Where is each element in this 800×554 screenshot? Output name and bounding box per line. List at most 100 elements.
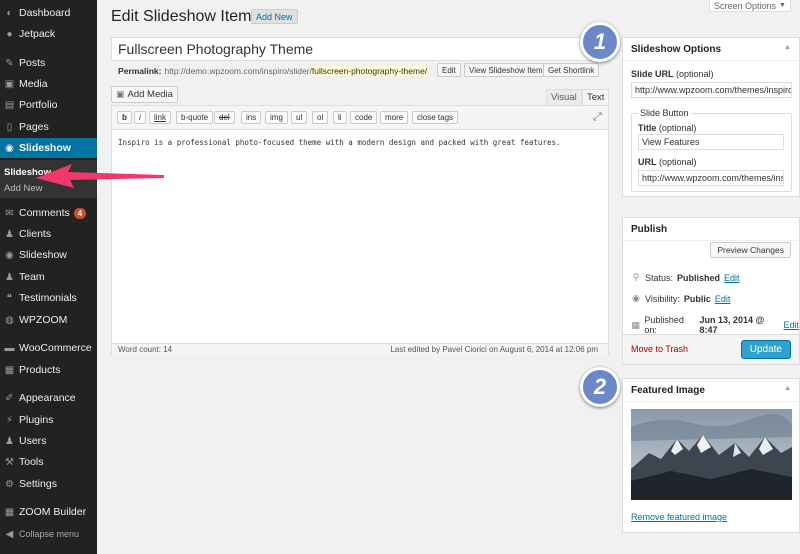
collapse-arrow-icon[interactable]: ▲ — [784, 385, 791, 392]
slideshow-icon: ◉ — [5, 142, 14, 154]
button-title-input[interactable]: View Features — [638, 134, 784, 150]
post-title-input[interactable]: Fullscreen Photography Theme — [111, 37, 609, 61]
get-shortlink-button[interactable]: Get Shortlink — [543, 63, 600, 77]
quote-icon: ❝ — [6, 292, 13, 304]
sidebar-item-users[interactable]: ♟ Users — [0, 431, 97, 451]
publish-date: ▦ Published on: Jun 13, 2014 @ 8:47 Edit — [631, 315, 799, 335]
permalink-slug[interactable]: fullscreen-photography-theme/ — [311, 66, 428, 76]
sidebar-item-tools[interactable]: ⚒ Tools — [0, 452, 97, 472]
publish-status: ⚲ Status: Published Edit — [632, 272, 740, 283]
sidebar-item-pages[interactable]: ▯ Pages — [0, 117, 97, 137]
sidebar-item-label: Clients — [19, 228, 52, 240]
quicktag-code[interactable]: code — [350, 111, 378, 124]
quicktag-close-tags[interactable]: close tags — [412, 111, 459, 124]
tab-visual[interactable]: Visual — [546, 89, 582, 105]
sidebar-item-testimonials[interactable]: ❝ Testimonials — [0, 288, 97, 308]
quicktag-ol[interactable]: ol — [312, 111, 329, 124]
sidebar-item-comments[interactable]: ✉ Comments 4 — [0, 203, 97, 223]
fullscreen-icon[interactable]: ⤢ — [593, 111, 602, 124]
quicktag-link[interactable]: link — [149, 111, 172, 124]
slideshow-options-title: Slideshow Options — [631, 43, 722, 55]
clients-icon: ♟ — [5, 228, 14, 240]
add-new-button[interactable]: Add New — [251, 9, 298, 24]
pin-icon: ⚲ — [632, 272, 640, 282]
slide-url-label: Slide URL (optional) — [631, 69, 714, 79]
calendar-icon: ▦ — [631, 319, 640, 330]
quicktag-bold[interactable]: b — [117, 111, 132, 124]
sidebar-item-portfolio[interactable]: ▤ Portfolio — [0, 95, 97, 115]
editor-content[interactable]: Inspiro is a professional photo-focused … — [118, 138, 561, 147]
visibility-edit-link[interactable]: Edit — [715, 294, 731, 304]
sidebar-item-dashboard[interactable]: ◐ Dashboard — [0, 3, 97, 23]
sidebar-item-label: Comments — [19, 207, 70, 219]
slide-url-input[interactable]: http://www.wpzoom.com/themes/inspiro/ — [631, 82, 792, 98]
quicktag-li[interactable]: li — [333, 111, 347, 124]
sidebar-item-label: Products — [19, 364, 61, 376]
wpzoom-icon: ◍ — [5, 314, 14, 326]
screen-options-button[interactable]: Screen Options ▼ — [709, 0, 791, 12]
sidebar-item-slideshow[interactable]: ◉ Slideshow — [0, 138, 97, 158]
sidebar-item-plugins[interactable]: ⚡ Plugins — [0, 410, 97, 430]
sidebar-item-media[interactable]: ▣ Media — [0, 74, 97, 94]
sidebar-item-zoom-builder[interactable]: ▦ ZOOM Builder — [0, 502, 97, 522]
slide-button-legend: Slide Button — [638, 108, 691, 118]
quicktag-ul[interactable]: ul — [291, 111, 308, 124]
slideshow-options-box: Slideshow Options ▲ Slide URL (optional)… — [622, 37, 800, 197]
remove-featured-image-link[interactable]: Remove featured image — [631, 512, 727, 522]
users-icon: ♟ — [5, 435, 14, 447]
move-to-trash-link[interactable]: Move to Trash — [631, 344, 688, 354]
last-edited: Last edited by Pavel Ciorici on August 6… — [390, 345, 598, 354]
sidebar-item-label: Tools — [19, 456, 44, 468]
sidebar-item-label: ZOOM Builder — [19, 506, 87, 518]
brush-icon: ✐ — [5, 392, 14, 404]
sidebar-item-collapse-menu[interactable]: ◀ Collapse menu — [0, 524, 97, 544]
view-slideshow-item-button[interactable]: View Slideshow Item — [464, 63, 548, 77]
sidebar-item-slideshow[interactable]: ◉ Slideshow — [0, 245, 97, 265]
quicktag-del[interactable]: del — [214, 111, 235, 124]
quicktag-b-quote[interactable]: b-quote — [176, 111, 214, 124]
tab-text[interactable]: Text — [582, 89, 610, 105]
sidebar-item-label: Collapse menu — [19, 529, 80, 539]
products-icon: ▦ — [4, 364, 15, 376]
date-edit-link[interactable]: Edit — [783, 320, 799, 330]
sidebar-item-label: Dashboard — [19, 7, 71, 19]
sidebar-item-label: Testimonials — [19, 292, 77, 304]
sidebar-item-products[interactable]: ▦ Products — [0, 360, 97, 380]
sidebar-item-label: Team — [19, 271, 45, 283]
collapse-arrow-icon[interactable]: ▲ — [784, 44, 791, 51]
featured-image-box: Featured Image ▲ Remove featured image — [622, 378, 800, 533]
woocommerce-icon: ▬ — [4, 342, 15, 354]
status-edit-link[interactable]: Edit — [724, 273, 740, 283]
sidebar-item-settings[interactable]: ⚙ Settings — [0, 474, 97, 494]
preview-changes-button[interactable]: Preview Changes — [710, 242, 791, 258]
sidebar-item-label: Media — [19, 78, 48, 90]
add-media-label: Add Media — [127, 89, 173, 100]
sidebar-item-woocommerce[interactable]: ▬ WooCommerce — [0, 338, 97, 358]
quicktag-img[interactable]: img — [265, 111, 288, 124]
update-button[interactable]: Update — [740, 340, 791, 359]
permalink-edit-button[interactable]: Edit — [437, 63, 461, 77]
media-icon: ▣ — [116, 89, 125, 99]
sidebar-item-posts[interactable]: ✎ Posts — [0, 53, 97, 73]
sidebar-item-label: Slideshow — [19, 249, 67, 261]
sidebar-item-label: Users — [19, 435, 47, 447]
sidebar-item-label: Plugins — [19, 414, 54, 426]
add-media-button[interactable]: ▣ Add Media — [111, 86, 178, 103]
sidebar-item-appearance[interactable]: ✐ Appearance — [0, 388, 97, 408]
button-url-input[interactable]: http://www.wpzoom.com/themes/inspiro/ — [638, 170, 784, 186]
featured-image-thumbnail[interactable] — [631, 409, 792, 500]
team-icon: ♟ — [5, 271, 14, 283]
quicktag-ins[interactable]: ins — [241, 111, 262, 124]
quicktag-italic[interactable]: i — [134, 111, 146, 124]
sidebar-item-clients[interactable]: ♟ Clients — [0, 224, 97, 244]
media-icon: ▣ — [4, 78, 15, 90]
sidebar-item-label: Slideshow — [19, 142, 71, 154]
quicktag-more[interactable]: more — [380, 111, 409, 124]
sidebar-item-team[interactable]: ♟ Team — [0, 267, 97, 287]
plugins-icon: ⚡ — [5, 414, 14, 426]
sidebar-item-wpzoom[interactable]: ◍ WPZOOM — [0, 310, 97, 330]
sidebar-item-jetpack[interactable]: ● Jetpack — [0, 24, 97, 44]
comments-icon: ✉ — [5, 207, 14, 219]
sidebar-item-label: Pages — [19, 121, 49, 133]
quicktags-toolbar: b i link b-quote del ins img ul ol li co… — [112, 106, 608, 130]
